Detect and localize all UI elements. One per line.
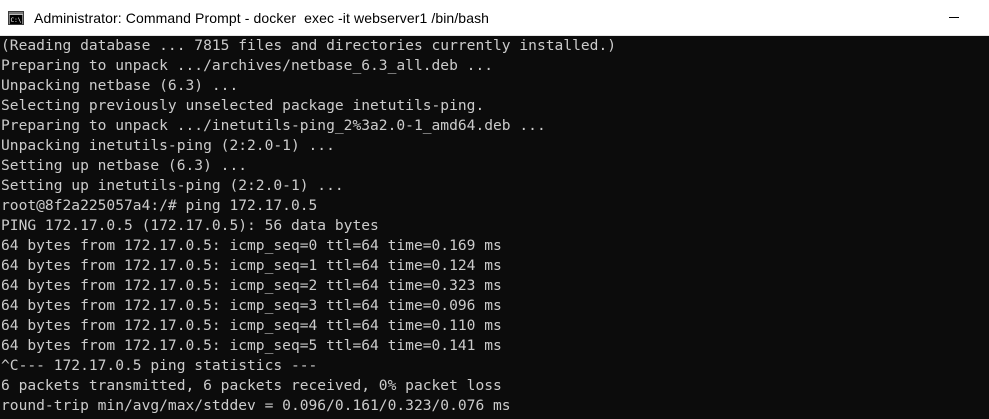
title-bar[interactable]: C:\ Administrator: Command Prompt - dock… <box>0 0 989 36</box>
terminal-line: Selecting previously unselected package … <box>1 97 485 114</box>
command-prompt-window: C:\ Administrator: Command Prompt - dock… <box>0 0 989 419</box>
terminal-line: Preparing to unpack .../inetutils-ping_2… <box>1 117 546 134</box>
terminal-line: PING 172.17.0.5 (172.17.0.5): 56 data by… <box>1 217 379 234</box>
terminal-line: 64 bytes from 172.17.0.5: icmp_seq=0 ttl… <box>1 237 502 254</box>
terminal-line: 64 bytes from 172.17.0.5: icmp_seq=2 ttl… <box>1 277 502 294</box>
minimize-icon <box>949 17 959 18</box>
terminal-line: 64 bytes from 172.17.0.5: icmp_seq=1 ttl… <box>1 257 502 274</box>
terminal-line: root@8f2a225057a4:/# ping 172.17.0.5 <box>1 197 318 214</box>
terminal-line: 64 bytes from 172.17.0.5: icmp_seq=5 ttl… <box>1 337 502 354</box>
terminal-line: round-trip min/avg/max/stddev = 0.096/0.… <box>1 397 511 414</box>
command-prompt-icon: C:\ <box>8 10 24 25</box>
terminal-line: (Reading database ... 7815 files and dir… <box>1 37 617 54</box>
terminal-line: Setting up inetutils-ping (2:2.0-1) ... <box>1 177 344 194</box>
terminal-line: Unpacking inetutils-ping (2:2.0-1) ... <box>1 137 335 154</box>
terminal-line: 64 bytes from 172.17.0.5: icmp_seq=3 ttl… <box>1 297 502 314</box>
terminal-line: Preparing to unpack .../archives/netbase… <box>1 57 494 74</box>
terminal-line: 64 bytes from 172.17.0.5: icmp_seq=4 ttl… <box>1 317 502 334</box>
window-title: Administrator: Command Prompt - docker e… <box>34 9 490 26</box>
minimize-button[interactable] <box>919 0 989 35</box>
svg-text:C:\: C:\ <box>11 17 22 24</box>
terminal-line: Setting up netbase (6.3) ... <box>1 157 248 174</box>
terminal-line: Unpacking netbase (6.3) ... <box>1 77 239 94</box>
terminal-line: 6 packets transmitted, 6 packets receive… <box>1 377 502 394</box>
terminal-line: ^C--- 172.17.0.5 ping statistics --- <box>1 357 318 374</box>
terminal-output[interactable]: (Reading database ... 7815 files and dir… <box>0 36 989 419</box>
